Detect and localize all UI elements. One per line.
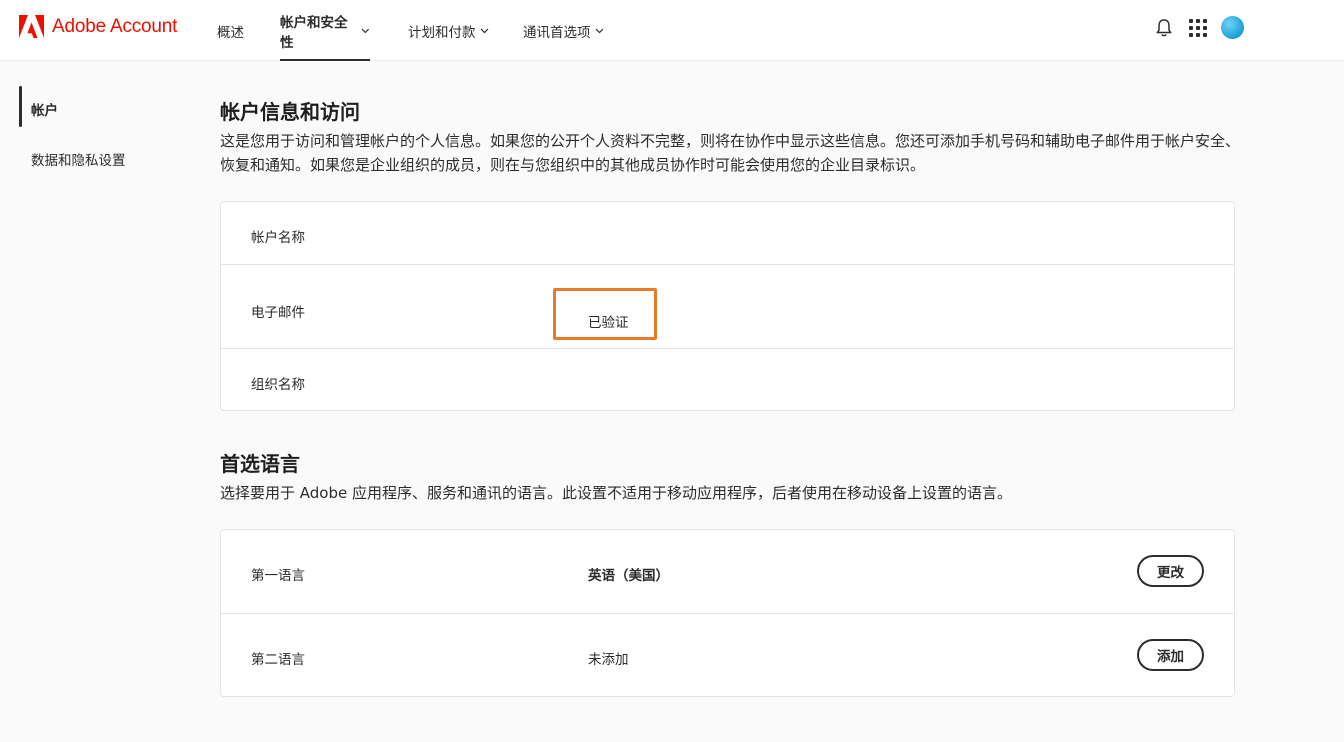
top-right-icons (1155, 16, 1244, 39)
adobe-logo-icon (19, 15, 44, 38)
top-navigation-bar: Adobe Account 概述 帐户和安全性 计划和付款 通讯首选项 (0, 0, 1344, 61)
primary-language-label: 第一语言 (251, 568, 305, 584)
nav-plans-payment[interactable]: 计划和付款 (408, 0, 489, 61)
language-card: 第一语言 英语（美国） 更改 第二语言 未添加 添加 (220, 529, 1235, 697)
adobe-logo[interactable]: Adobe Account (19, 15, 177, 38)
account-info-card: 帐户名称 电子邮件 已验证 组织名称 (220, 201, 1235, 411)
nav-communication-preferences[interactable]: 通讯首选项 (523, 0, 604, 61)
nav-communication-preferences-label: 通讯首选项 (523, 24, 591, 41)
nav-account-security[interactable]: 帐户和安全性 (280, 0, 370, 61)
account-section-title: 帐户信息和访问 (220, 100, 360, 124)
secondary-language-label: 第二语言 (251, 652, 305, 668)
sidebar-active-indicator (19, 86, 22, 127)
chevron-down-icon (361, 28, 370, 33)
sidebar-item-label: 数据和隐私设置 (31, 153, 126, 169)
secondary-language-value: 未添加 (588, 652, 629, 668)
avatar[interactable] (1221, 16, 1244, 39)
account-name-row: 帐户名称 (221, 202, 1234, 265)
primary-language-value: 英语（美国） (588, 568, 669, 584)
email-label: 电子邮件 (251, 305, 305, 321)
brand-name: Adobe Account (52, 15, 178, 37)
account-section-description: 这是您用于访问和管理帐户的个人信息。如果您的公开个人资料不完整，则将在协作中显示… (220, 132, 1241, 174)
add-language-button[interactable]: 添加 (1137, 639, 1204, 671)
email-verified-status: 已验证 (588, 315, 629, 331)
apps-grid-icon[interactable] (1189, 18, 1207, 37)
primary-language-row: 第一语言 英语（美国） 更改 (221, 530, 1234, 614)
organization-name-label: 组织名称 (251, 377, 305, 393)
secondary-language-row: 第二语言 未添加 添加 (221, 614, 1234, 698)
email-row: 电子邮件 已验证 (221, 265, 1234, 349)
language-section-title: 首选语言 (220, 452, 300, 476)
bell-icon[interactable] (1155, 18, 1173, 38)
chevron-down-icon (595, 28, 603, 33)
organization-name-row: 组织名称 (221, 349, 1234, 412)
nav-plans-payment-label: 计划和付款 (408, 24, 476, 41)
sidebar-item-data-privacy[interactable]: 数据和隐私设置 (31, 149, 126, 169)
verified-highlight-box: 已验证 (553, 288, 657, 340)
nav-overview[interactable]: 概述 (217, 0, 244, 61)
nav-overview-label: 概述 (217, 24, 244, 41)
chevron-down-icon (480, 28, 488, 33)
change-language-button[interactable]: 更改 (1137, 555, 1204, 587)
language-section-description: 选择要用于 Adobe 应用程序、服务和通讯的语言。此设置不适用于移动应用程序，… (220, 484, 1012, 502)
account-name-label: 帐户名称 (251, 230, 305, 246)
sidebar-item-account[interactable]: 帐户 (31, 99, 58, 119)
nav-account-security-label: 帐户和安全性 (280, 14, 348, 51)
sidebar-item-label: 帐户 (31, 103, 58, 119)
